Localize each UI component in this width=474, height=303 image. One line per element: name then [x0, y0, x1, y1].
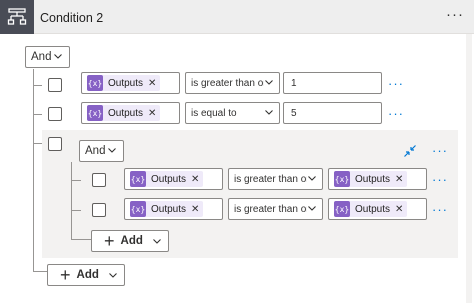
- row-1-more-button[interactable]: ···: [388, 76, 404, 91]
- row-2-operator-label: is equal to: [191, 107, 237, 119]
- token-label: Outputs: [108, 107, 144, 119]
- outputs-token[interactable]: {x} Outputs ✕: [87, 75, 161, 91]
- row-1-value-input[interactable]: 1: [283, 72, 382, 94]
- row-1-operator-dropdown[interactable]: is greater than or...: [185, 72, 280, 94]
- group-branch-1: [71, 180, 81, 181]
- group-add-button[interactable]: + Add: [91, 230, 169, 252]
- group-row-1-more-button[interactable]: ···: [432, 172, 448, 187]
- group-row-2-left-operand[interactable]: {x} Outputs ✕: [124, 198, 223, 220]
- expression-icon: {x}: [130, 201, 146, 217]
- expression-icon: {x}: [87, 75, 103, 91]
- chevron-down-icon: [307, 173, 317, 183]
- group-row-1-operator-label: is greater than or...: [234, 173, 318, 185]
- root-branch-1: [33, 85, 42, 86]
- remove-token-icon[interactable]: ✕: [148, 78, 156, 89]
- row-2-left-operand[interactable]: {x} Outputs ✕: [81, 102, 180, 124]
- root-branch-2: [33, 114, 42, 115]
- token-label: Outputs: [108, 77, 144, 89]
- row-1-operator-label: is greater than or...: [191, 77, 275, 89]
- outputs-token[interactable]: {x} Outputs ✕: [130, 201, 204, 217]
- chevron-down-icon: [307, 203, 317, 213]
- row-1-checkbox[interactable]: [48, 78, 62, 92]
- remove-token-icon[interactable]: ✕: [191, 174, 199, 185]
- row-2-operator-dropdown[interactable]: is equal to: [185, 102, 280, 124]
- root-add-label: Add: [76, 269, 99, 281]
- remove-token-icon[interactable]: ✕: [395, 174, 403, 185]
- expression-icon: {x}: [334, 171, 350, 187]
- expression-icon: {x}: [130, 171, 146, 187]
- group-checkbox[interactable]: [48, 137, 62, 151]
- chevron-down-icon: [108, 273, 117, 278]
- token-label: Outputs: [355, 203, 391, 215]
- token-label: Outputs: [355, 173, 391, 185]
- root-add-button[interactable]: + Add: [47, 264, 125, 286]
- group-row-1-right-operand[interactable]: {x} Outputs ✕: [328, 168, 427, 190]
- root-branch-group: [33, 143, 42, 144]
- group-row-1-operator-dropdown[interactable]: is greater than or...: [228, 168, 323, 190]
- row-1-left-operand[interactable]: {x} Outputs ✕: [81, 72, 180, 94]
- outputs-token[interactable]: {x} Outputs ✕: [334, 201, 408, 217]
- condition-icon-svg: [7, 8, 27, 25]
- outputs-token[interactable]: {x} Outputs ✕: [334, 171, 408, 187]
- row-2-value-input[interactable]: 5: [283, 102, 382, 124]
- group-row-2-operator-label: is greater than or...: [234, 203, 318, 215]
- token-label: Outputs: [151, 203, 187, 215]
- token-label: Outputs: [151, 173, 187, 185]
- vertical-scrollbar[interactable]: [466, 34, 472, 303]
- root-and-dropdown[interactable]: And: [25, 46, 70, 68]
- chevron-down-icon: [264, 77, 274, 87]
- group-row-1-left-operand[interactable]: {x} Outputs ✕: [124, 168, 223, 190]
- group-and-label: And: [85, 145, 106, 157]
- condition-icon: [0, 0, 34, 34]
- group-row-2-operator-dropdown[interactable]: is greater than or...: [228, 198, 323, 220]
- group-row-2-more-button[interactable]: ···: [432, 202, 448, 217]
- expression-icon: {x}: [87, 105, 103, 121]
- remove-token-icon[interactable]: ✕: [148, 108, 156, 119]
- group-and-dropdown[interactable]: And: [79, 140, 124, 162]
- collapse-group-icon[interactable]: [403, 144, 417, 158]
- remove-token-icon[interactable]: ✕: [191, 204, 199, 215]
- row-2-checkbox[interactable]: [48, 107, 62, 121]
- row-2-more-button[interactable]: ···: [388, 106, 404, 121]
- expression-icon: {x}: [334, 201, 350, 217]
- plus-icon: +: [104, 231, 115, 251]
- root-and-label: And: [31, 51, 52, 63]
- condition-header[interactable]: Condition 2 ···: [0, 0, 474, 34]
- header-more-button[interactable]: ···: [446, 6, 464, 23]
- remove-token-icon[interactable]: ✕: [395, 204, 403, 215]
- group-row-2-right-operand[interactable]: {x} Outputs ✕: [328, 198, 427, 220]
- root-branch-add: [33, 271, 47, 272]
- root-tree-line: [33, 69, 34, 271]
- group-branch-add: [71, 239, 91, 240]
- group-add-label: Add: [120, 235, 143, 247]
- plus-icon: +: [60, 265, 71, 285]
- chevron-down-icon: [152, 239, 161, 244]
- group-branch-2: [71, 210, 81, 211]
- outputs-token[interactable]: {x} Outputs ✕: [87, 105, 161, 121]
- outputs-token[interactable]: {x} Outputs ✕: [130, 171, 204, 187]
- group-row-2-checkbox[interactable]: [92, 203, 106, 217]
- group-row-1-checkbox[interactable]: [92, 173, 106, 187]
- chevron-down-icon: [265, 110, 273, 115]
- chevron-down-icon: [108, 148, 116, 153]
- condition-title[interactable]: Condition 2: [40, 11, 103, 25]
- group-more-button[interactable]: ···: [432, 143, 448, 158]
- group-tree-line: [71, 162, 72, 239]
- chevron-down-icon: [54, 54, 62, 59]
